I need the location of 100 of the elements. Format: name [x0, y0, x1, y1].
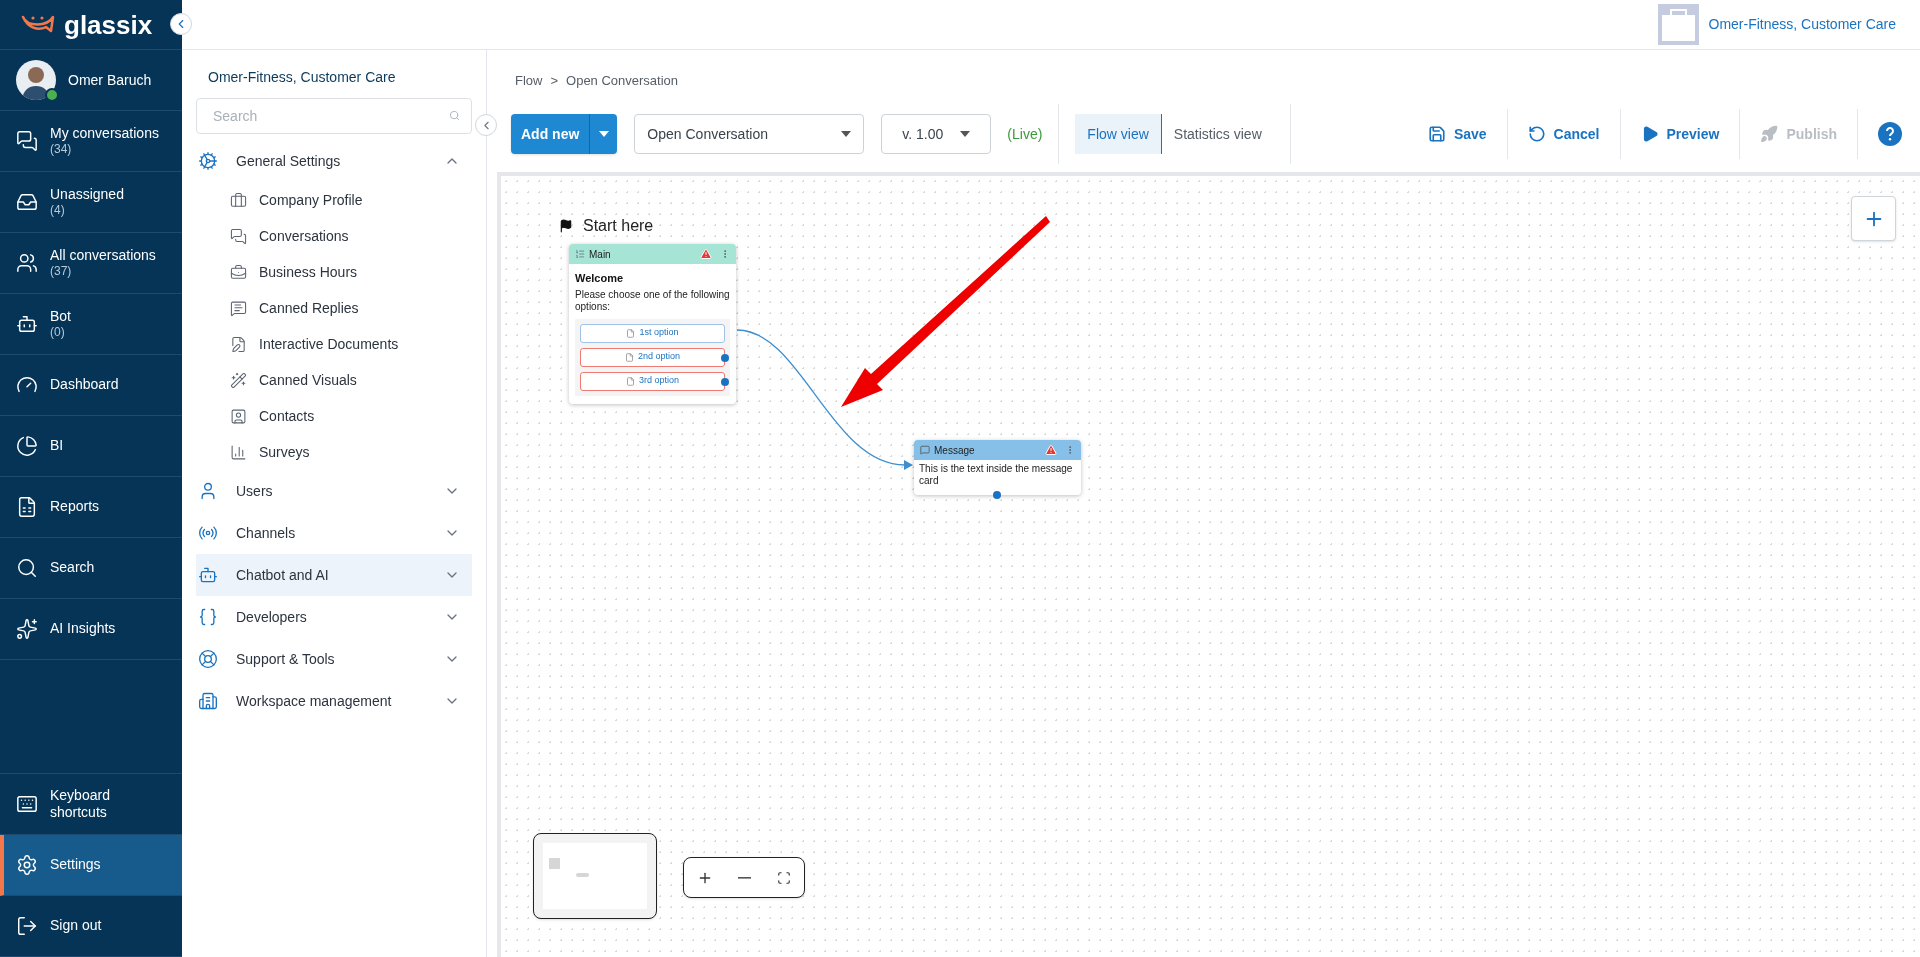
logo-text: glassix [64, 11, 153, 38]
braces-icon [198, 607, 218, 627]
minus-icon [738, 876, 752, 879]
search-field[interactable]: Search [196, 98, 472, 134]
section-item[interactable]: Users [196, 470, 472, 512]
collapse-button[interactable] [170, 13, 192, 35]
sign-out-icon [16, 915, 38, 937]
warning-icon [1045, 444, 1057, 456]
chat-bubbles-icon [16, 130, 38, 152]
nav-label: Search [50, 559, 95, 577]
breadcrumb-item: Open Conversation [566, 71, 679, 90]
building-icon [198, 691, 218, 711]
spreadsheet-icon [16, 496, 38, 518]
chat-bubble-icon [230, 299, 247, 317]
nav-label: Unassigned [50, 185, 124, 204]
user-name: Omer Baruch [68, 70, 152, 90]
node-heading: Welcome [575, 271, 625, 286]
toolbar-action[interactable]: Save [1407, 114, 1507, 154]
sparkles-icon [16, 618, 38, 640]
nav-label: Bot [50, 307, 71, 326]
help-button[interactable] [1878, 122, 1902, 146]
node-text: This is the text inside the message card [918, 462, 1074, 488]
settings-menu-item[interactable]: Business Hours [196, 254, 472, 290]
file-icon [626, 328, 636, 338]
add-new-button[interactable]: Add new [511, 114, 618, 154]
file-icon [626, 376, 635, 386]
nav-count: (34) [50, 142, 73, 158]
section-item[interactable]: Workspace management [196, 680, 472, 722]
menu-node[interactable]: Main Welcome Please choose one of the following options: 1st option 2nd option 3rd option [569, 244, 736, 404]
section-item[interactable]: Support & Tools [196, 638, 472, 680]
users-icon [16, 252, 38, 274]
nav-label: BI [50, 437, 64, 455]
keyboard-icon [16, 793, 38, 815]
nav-label: All conversations [50, 246, 156, 265]
undo-icon [1527, 125, 1546, 143]
file-icon [624, 352, 634, 362]
flow-select[interactable]: Open Conversation [634, 114, 865, 154]
lifebuoy-icon [198, 649, 218, 669]
view-tab[interactable]: Statistics view [1161, 114, 1274, 154]
option-button[interactable]: 1st option [580, 323, 725, 343]
settings-menu-item[interactable]: Canned Replies [196, 290, 472, 326]
node-title: Message [934, 443, 976, 458]
bar-chart-icon [230, 443, 247, 461]
node-text: Please choose one of the following options: [575, 288, 730, 313]
view-tab[interactable]: Flow view [1075, 114, 1162, 154]
settings-menu-item[interactable]: Canned Visuals [196, 362, 472, 398]
live-status: (Live) [1007, 124, 1043, 144]
document-pen-icon [230, 335, 247, 353]
fit-view-button[interactable] [777, 870, 792, 885]
warning-icon [700, 248, 712, 260]
settings-menu-item[interactable]: Contacts [196, 398, 472, 434]
node-title: Main [589, 247, 612, 262]
save-icon [1427, 125, 1446, 143]
breadcrumb-separator: > [550, 71, 559, 90]
nav-label: Reports [50, 498, 100, 516]
caret-icon [598, 131, 609, 137]
nav-item[interactable]: Settings [0, 835, 182, 896]
nav-label: Dashboard [50, 376, 119, 394]
collapse-panel-button[interactable] [475, 114, 497, 136]
nav-label: Settings [50, 856, 101, 874]
caret-icon [841, 131, 852, 137]
settings-icon [16, 854, 38, 876]
magic-wand-icon [230, 371, 247, 389]
nav-count: (4) [50, 203, 66, 219]
settings-menu-item[interactable]: Company Profile [196, 182, 472, 218]
section-item[interactable]: Chatbot and AI [196, 554, 472, 596]
chat-bubbles-icon [230, 227, 247, 245]
flag-icon [559, 219, 573, 233]
robot-icon [198, 565, 218, 585]
section-item[interactable]: General Settings [196, 140, 472, 182]
toolbar-action[interactable]: Cancel [1507, 114, 1620, 154]
search-icon [449, 110, 460, 121]
nav-label: AI Insights [50, 620, 116, 638]
nav-label: My conversations [50, 124, 159, 143]
settings-menu-item[interactable]: Conversations [196, 218, 472, 254]
start-label: Start here [583, 216, 654, 236]
section-item[interactable]: Developers [196, 596, 472, 638]
robot-icon [16, 313, 38, 335]
add-button[interactable] [1851, 196, 1896, 241]
pie-chart-icon [16, 435, 38, 457]
section-item[interactable]: Channels [196, 512, 472, 554]
rocket-icon [1760, 125, 1779, 143]
version-select[interactable]: v. 1.00 [881, 114, 992, 154]
workspace-name: Omer-Fitness, Customer Care [1708, 15, 1896, 34]
briefcase-icon [230, 191, 247, 209]
nav-label: Keyboard shortcuts [50, 786, 111, 822]
search-icon [16, 557, 38, 579]
briefcase-icon [1657, 4, 1699, 45]
message-icon [920, 445, 930, 455]
breadcrumb-item[interactable]: Flow [515, 70, 543, 90]
inbox-icon [16, 191, 38, 213]
contact-card-icon [230, 407, 247, 425]
nav-count: (37) [50, 264, 73, 280]
caret-icon [960, 131, 971, 137]
settings-menu-item[interactable]: Interactive Documents [196, 326, 472, 362]
list-icon [575, 249, 585, 259]
settings-menu-item[interactable]: Surveys [196, 434, 472, 470]
toolbar-action[interactable]: Preview [1620, 114, 1740, 154]
fit-view-icon [777, 870, 792, 885]
nav-label: Sign out [50, 917, 102, 935]
